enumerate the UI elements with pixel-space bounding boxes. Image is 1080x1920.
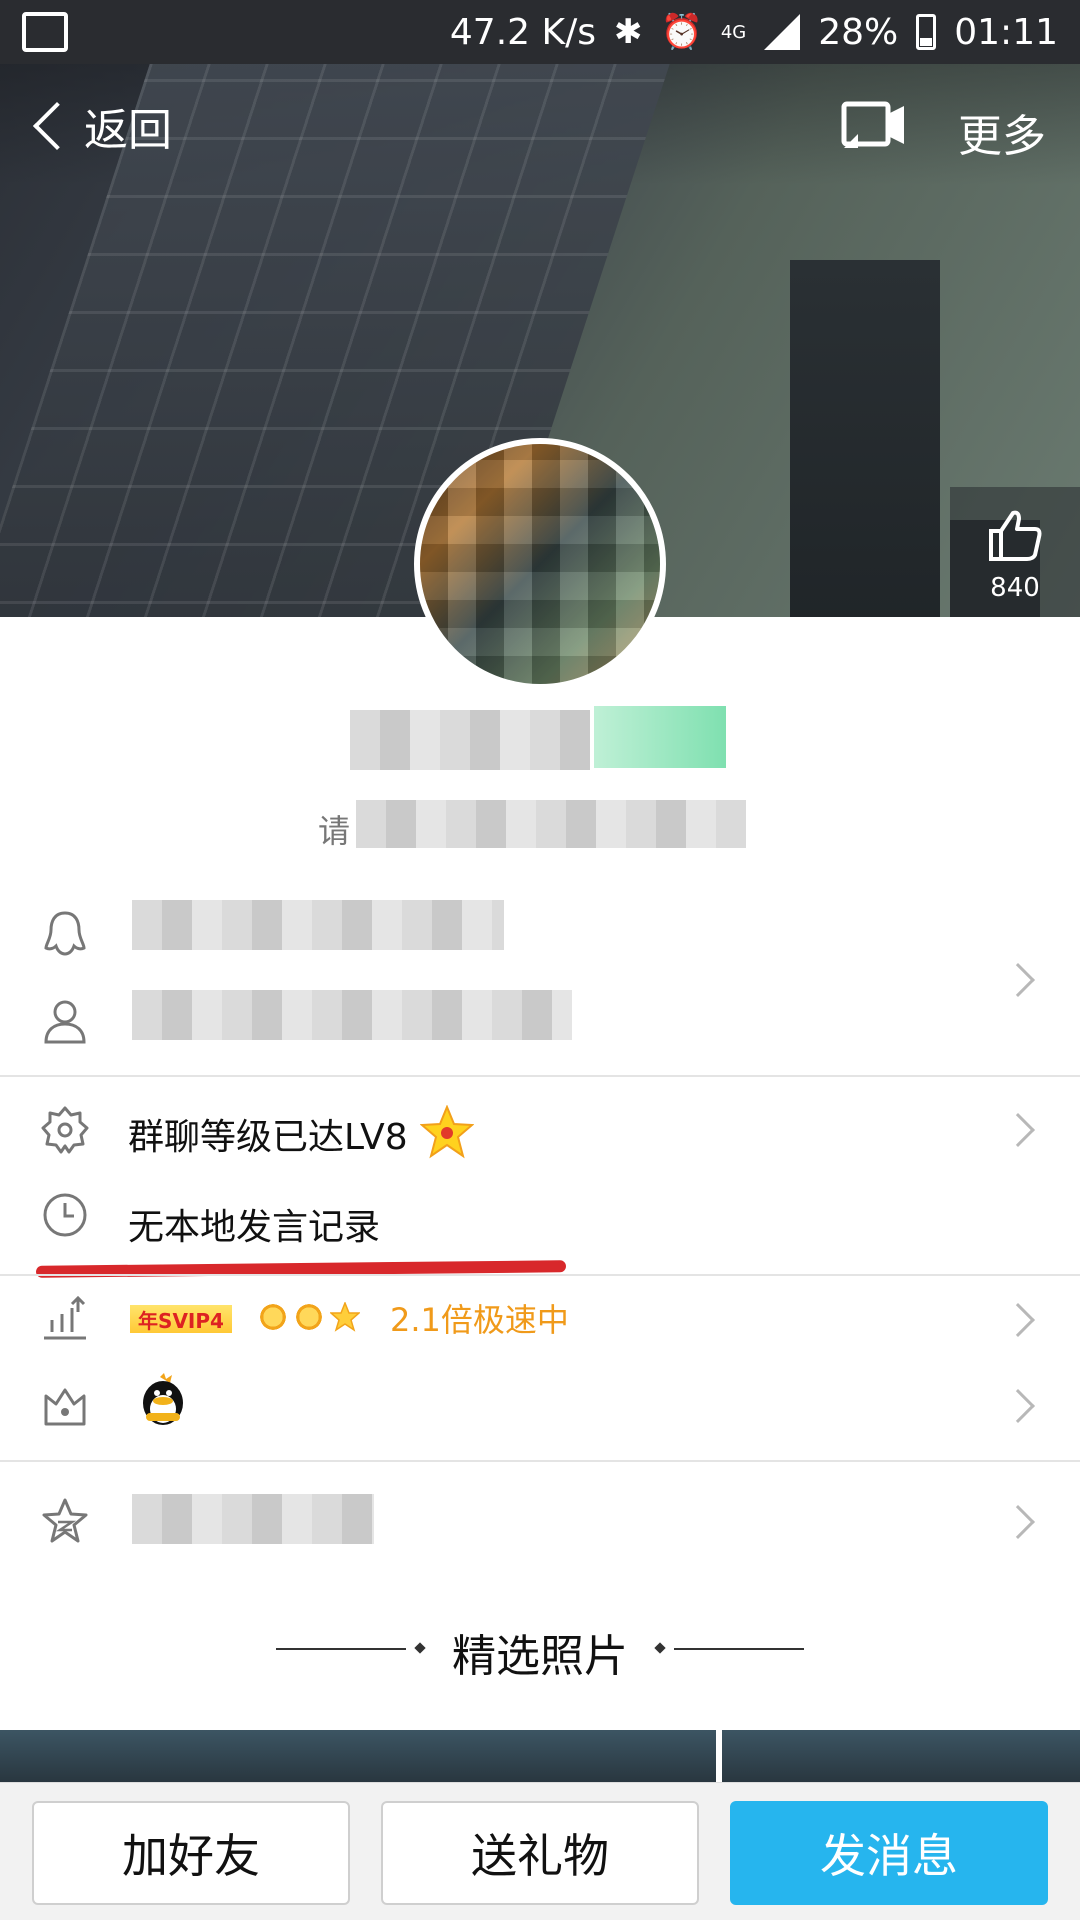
clock-time: 01:11 bbox=[954, 11, 1058, 53]
personal-info-redacted bbox=[132, 990, 572, 1040]
top-navigation: 返回 更多 bbox=[0, 64, 1080, 190]
chat-record-text: 无本地发言记录 bbox=[128, 1207, 381, 1248]
signal-icon bbox=[764, 14, 801, 50]
battery-percent: 28% bbox=[818, 11, 899, 53]
alarm-icon: ⏰ bbox=[660, 12, 703, 52]
badge-star-icon bbox=[41, 1106, 89, 1154]
chevron-right-icon bbox=[1001, 1113, 1035, 1147]
back-button[interactable]: 返回 bbox=[28, 94, 172, 158]
qq-number-redacted bbox=[132, 900, 504, 950]
interest-redacted bbox=[132, 1494, 374, 1544]
avatar[interactable] bbox=[414, 438, 666, 690]
chevron-right-icon bbox=[1001, 1505, 1035, 1539]
status-bar: 47.2 K/s ✱ ⏰ 4G 28% 01:11 bbox=[0, 0, 1080, 64]
group-level-text: 群聊等级已达LV8 bbox=[128, 1117, 408, 1158]
nickname-tag-redacted bbox=[594, 706, 726, 768]
sun-level-icon bbox=[258, 1302, 288, 1332]
network-speed: 47.2 K/s bbox=[449, 11, 596, 53]
featured-photo[interactable] bbox=[0, 1730, 716, 1790]
qq-penguin-icon bbox=[44, 911, 86, 956]
chevron-right-icon bbox=[1001, 1389, 1035, 1423]
like-count: 840 bbox=[990, 573, 1040, 603]
qq-penguin-mascot-icon bbox=[143, 1373, 183, 1425]
back-label: 返回 bbox=[84, 105, 172, 156]
interest-row[interactable] bbox=[0, 1466, 1080, 1576]
chat-record-row: 无本地发言记录 bbox=[0, 1180, 1080, 1260]
bluetooth-icon: ✱ bbox=[613, 12, 643, 52]
send-gift-button[interactable]: 送礼物 bbox=[381, 1801, 699, 1905]
screen-cast-icon[interactable] bbox=[840, 100, 906, 154]
cover-tower bbox=[790, 260, 940, 617]
speed-status-text: 2.1倍极速中 bbox=[390, 1301, 569, 1339]
person-icon bbox=[44, 1000, 86, 1044]
notification-icon bbox=[22, 12, 68, 52]
star-level-icon bbox=[330, 1302, 360, 1332]
chevron-right-icon bbox=[1001, 963, 1035, 997]
account-info-row[interactable] bbox=[0, 890, 1080, 1070]
group-level-row[interactable]: 群聊等级已达LV8 bbox=[0, 1080, 1080, 1180]
svip-badge: 年SVIP4 bbox=[130, 1305, 232, 1333]
add-friend-button[interactable]: 加好友 bbox=[32, 1801, 350, 1905]
divider bbox=[0, 1075, 1080, 1077]
nickname-redacted bbox=[350, 710, 590, 770]
signature-redacted bbox=[356, 800, 746, 848]
featured-photos-title: 精选照片 bbox=[452, 1631, 628, 1682]
featured-photo[interactable] bbox=[722, 1730, 1080, 1790]
bar-chart-icon bbox=[44, 1295, 86, 1340]
like-button[interactable]: 840 bbox=[950, 487, 1080, 617]
send-message-button[interactable]: 发消息 bbox=[730, 1801, 1048, 1905]
thumbs-up-icon bbox=[989, 510, 1042, 561]
more-button[interactable]: 更多 bbox=[958, 100, 1046, 164]
network-type: 4G bbox=[720, 21, 747, 43]
crown-icon bbox=[44, 1388, 86, 1426]
sun-level-icon bbox=[294, 1302, 324, 1332]
divider bbox=[0, 1460, 1080, 1462]
battery-icon bbox=[916, 14, 937, 50]
bottom-action-bar: 加好友 送礼物 发消息 bbox=[0, 1782, 1080, 1920]
gold-star-icon bbox=[420, 1105, 474, 1159]
chevron-left-icon bbox=[32, 101, 82, 151]
clock-icon bbox=[43, 1193, 87, 1237]
star-outline-icon bbox=[42, 1498, 88, 1543]
chevron-right-icon bbox=[1001, 1303, 1035, 1337]
section-divider-right bbox=[674, 1648, 804, 1650]
divider bbox=[0, 1274, 1080, 1276]
signature-start: 请 bbox=[318, 812, 351, 850]
